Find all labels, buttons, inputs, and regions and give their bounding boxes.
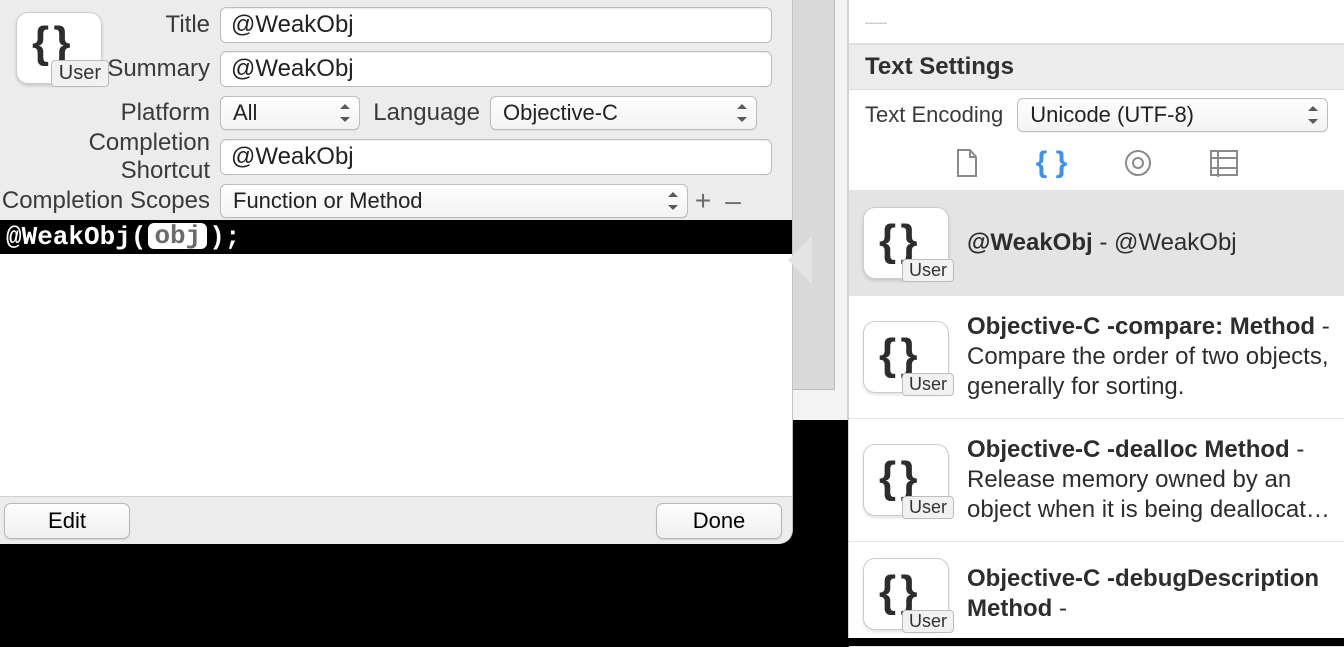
code-placeholder-token[interactable]: obj <box>148 223 207 249</box>
edit-button-label: Edit <box>48 508 86 534</box>
snippet-title: Objective-C -compare: Method <box>967 313 1315 340</box>
badge-user-tag: User <box>902 496 954 519</box>
add-scope-button[interactable]: + <box>688 185 718 217</box>
snippet-badge: { } User <box>863 321 949 393</box>
label-completion-shortcut: Completion Shortcut <box>0 129 220 185</box>
done-button-label: Done <box>693 508 746 534</box>
snippet-title: @WeakObj <box>967 229 1093 256</box>
done-button[interactable]: Done <box>656 503 782 539</box>
label-completion-scopes: Completion Scopes <box>0 187 220 215</box>
label-summary: Summary <box>0 55 220 83</box>
snippet-desc: Compare the order of two objects, genera… <box>967 343 1329 400</box>
chevron-updown-icon <box>665 190 681 212</box>
selection-arrow-icon-inner <box>789 237 812 283</box>
snippet-desc: Release memory owned by an object when i… <box>967 466 1330 523</box>
snippet-title: Objective-C -dealloc Method <box>967 436 1290 463</box>
snippet-list-item[interactable]: { } User Objective-C -compare: Method - … <box>849 296 1344 419</box>
code-prefix: @WeakObj( <box>6 222 146 252</box>
completion-shortcut-input[interactable] <box>220 139 772 175</box>
snippet-list-item[interactable]: { } User Objective-C -debugDescription M… <box>849 542 1344 647</box>
snippet-badge: { } User <box>863 444 949 516</box>
label-text-encoding: Text Encoding <box>865 102 1003 128</box>
text-encoding-value: Unicode (UTF-8) <box>1030 102 1194 128</box>
chevron-updown-icon <box>734 102 750 124</box>
snippet-list-item[interactable]: { } User @WeakObj - @WeakObj <box>849 191 1344 296</box>
form-area: { } User Title Summary Platform All Lang… <box>0 0 793 220</box>
file-template-icon[interactable] <box>954 148 980 178</box>
snippet-badge: { } User <box>863 207 949 279</box>
library-panel: — Text Settings Text Encoding Unicode (U… <box>848 0 1344 638</box>
obscured-text: — <box>865 9 887 35</box>
snippet-title: Objective-C -debugDescription Method <box>967 565 1319 622</box>
language-value: Objective-C <box>503 100 618 126</box>
title-input[interactable] <box>220 7 772 43</box>
text-encoding-popup[interactable]: Unicode (UTF-8) <box>1017 98 1328 132</box>
snippet-editor-panel: { } User Title Summary Platform All Lang… <box>0 0 810 638</box>
library-top-strip: — <box>849 0 1344 44</box>
text-encoding-row: Text Encoding Unicode (UTF-8) <box>849 90 1344 140</box>
snippet-text: @WeakObj - @WeakObj <box>967 228 1330 258</box>
snippet-list: { } User @WeakObj - @WeakObj { } User Ob… <box>849 191 1344 647</box>
code-suffix: ); <box>209 222 240 252</box>
snippet-list-item[interactable]: { } User Objective-C -dealloc Method - R… <box>849 419 1344 542</box>
editor-button-bar: Edit Done <box>0 496 793 544</box>
chevron-updown-icon <box>337 102 353 124</box>
label-platform: Platform <box>0 99 220 127</box>
panel-divider <box>793 0 848 420</box>
code-snippet-icon[interactable]: { } <box>1036 146 1068 180</box>
code-line: @WeakObj(obj); <box>0 220 792 254</box>
badge-user-tag: User <box>902 259 954 282</box>
panel-divider-shadow <box>793 0 835 390</box>
completion-scopes-popup[interactable]: Function or Method <box>220 184 688 218</box>
media-icon[interactable] <box>1209 149 1239 177</box>
chevron-updown-icon <box>1305 104 1321 126</box>
snippet-text: Objective-C -compare: Method - Compare t… <box>967 312 1330 402</box>
completion-scopes-value: Function or Method <box>233 188 423 214</box>
snippet-code-area[interactable]: @WeakObj(obj); <box>0 220 793 496</box>
badge-user-tag: User <box>902 373 954 396</box>
summary-input[interactable] <box>220 51 772 87</box>
snippet-text: Objective-C -dealloc Method - Release me… <box>967 435 1330 525</box>
library-filter-row: { } <box>849 140 1344 191</box>
label-language: Language <box>360 99 490 127</box>
section-header-text-settings: Text Settings <box>849 44 1344 90</box>
language-popup[interactable]: Objective-C <box>490 96 757 130</box>
snippet-desc: @WeakObj <box>1114 229 1237 256</box>
label-title: Title <box>0 11 220 39</box>
snippet-badge: { } User <box>863 558 949 630</box>
remove-scope-button[interactable]: – <box>718 185 748 217</box>
platform-popup[interactable]: All <box>220 96 360 130</box>
platform-value: All <box>233 100 257 126</box>
object-icon[interactable] <box>1123 148 1153 178</box>
badge-user-tag: User <box>902 610 954 633</box>
snippet-text: Objective-C -debugDescription Method - <box>967 564 1330 624</box>
edit-button[interactable]: Edit <box>4 503 130 539</box>
